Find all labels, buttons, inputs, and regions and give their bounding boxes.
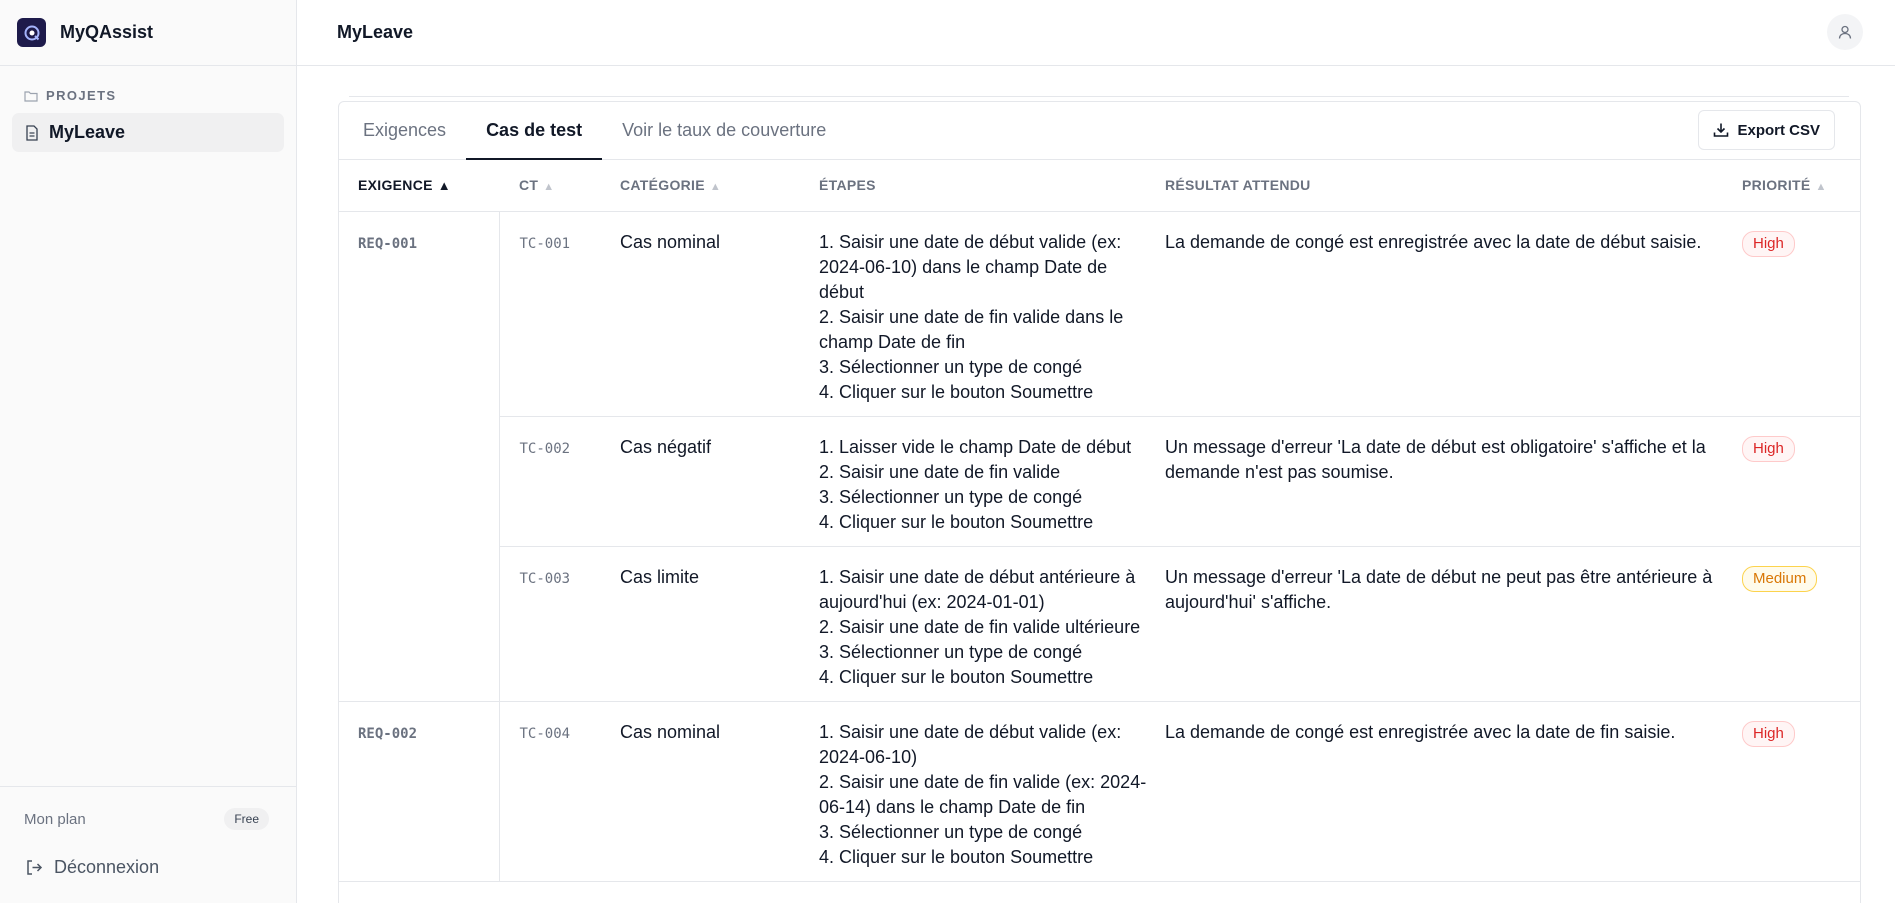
column-label: EXIGENCE bbox=[358, 177, 433, 194]
category-cell: Cas négatif bbox=[620, 416, 819, 547]
test-cases-card: Exigences Cas de test Voir le taux de co… bbox=[338, 101, 1861, 903]
expected-result-cell: La demande de congé est enregistrée avec… bbox=[1165, 701, 1742, 882]
step-line: 2. Saisir une date de fin valide ultérie… bbox=[819, 616, 1141, 637]
step-line: 2. Saisir une date de fin valide dans le… bbox=[819, 306, 1124, 352]
sort-arrow-icon: ▲ bbox=[437, 178, 451, 194]
test-cases-table: EXIGENCE ▲ CT ▲ CATÉGORIE ▲ ÉTAPES RÉSULTAT… bbox=[339, 160, 1860, 882]
export-csv-label: Export CSV bbox=[1737, 121, 1820, 139]
table-row[interactable]: TC-002 Cas négatif 1. Laisser vide le ch… bbox=[339, 416, 1860, 547]
sort-arrow-icon: ▲ bbox=[543, 181, 555, 194]
step-line: 1. Laisser vide le champ Date de début bbox=[819, 436, 1132, 457]
app-logo-icon bbox=[17, 18, 46, 47]
sort-arrow-icon: ▲ bbox=[1815, 181, 1827, 194]
column-label: PRIORITÉ bbox=[1742, 177, 1811, 194]
tab-exigences[interactable]: Exigences bbox=[363, 102, 446, 159]
table-row[interactable]: REQ-002 TC-004 Cas nominal 1. Saisir une… bbox=[339, 701, 1860, 882]
app-name: MyQAssist bbox=[60, 22, 154, 42]
projects-section-label: PROJETS bbox=[24, 88, 296, 103]
column-label: CATÉGORIE bbox=[620, 177, 705, 194]
step-line: 3. Sélectionner un type de congé bbox=[819, 641, 1083, 662]
projects-label-text: PROJETS bbox=[46, 88, 117, 103]
page-title: MyLeave bbox=[337, 22, 414, 42]
brand[interactable]: MyQAssist bbox=[0, 0, 296, 66]
category-cell: Cas nominal bbox=[620, 211, 819, 417]
priority-cell: Medium bbox=[1742, 546, 1860, 702]
export-csv-button[interactable]: Export CSV bbox=[1698, 110, 1835, 150]
priority-badge: High bbox=[1742, 230, 1795, 257]
step-line: 3. Sélectionner un type de congé bbox=[819, 356, 1083, 377]
column-header-resultat-attendu: RÉSULTAT ATTENDU bbox=[1165, 160, 1742, 212]
download-icon bbox=[1714, 123, 1729, 137]
step-line: 1. Saisir une date de début valide (ex: … bbox=[819, 721, 1122, 767]
steps-cell: 1. Laisser vide le champ Date de début 2… bbox=[819, 416, 1165, 547]
tab-taux-couverture[interactable]: Voir le taux de couverture bbox=[622, 102, 826, 159]
plan-badge: Free bbox=[224, 808, 269, 830]
content-divider bbox=[349, 96, 1849, 97]
priority-cell: High bbox=[1742, 701, 1860, 882]
logout-icon bbox=[27, 860, 43, 875]
plan-row[interactable]: Mon plan Free bbox=[0, 807, 296, 831]
step-line: 4. Cliquer sur le bouton Soumettre bbox=[819, 381, 1094, 402]
table-header-row: EXIGENCE ▲ CT ▲ CATÉGORIE ▲ ÉTAPES RÉSULTAT… bbox=[339, 160, 1860, 212]
steps-cell: 1. Saisir une date de début valide (ex: … bbox=[819, 701, 1165, 882]
requirement-id: REQ-002 bbox=[339, 701, 500, 882]
sidebar-footer: Mon plan Free Déconnexion bbox=[0, 786, 296, 903]
priority-cell: High bbox=[1742, 211, 1860, 417]
step-line: 4. Cliquer sur le bouton Soumettre bbox=[819, 846, 1094, 867]
category-cell: Cas nominal bbox=[620, 701, 819, 882]
column-header-exigence[interactable]: EXIGENCE ▲ bbox=[339, 160, 499, 212]
column-label: RÉSULTAT ATTENDU bbox=[1165, 177, 1311, 194]
priority-badge: Medium bbox=[1742, 565, 1818, 592]
priority-badge: High bbox=[1742, 720, 1795, 747]
priority-cell: High bbox=[1742, 416, 1860, 547]
steps-cell: 1. Saisir une date de début antérieure à… bbox=[819, 546, 1165, 702]
expected-result-cell: La demande de congé est enregistrée avec… bbox=[1165, 211, 1742, 417]
document-icon bbox=[26, 124, 38, 141]
steps-cell: 1. Saisir une date de début valide (ex: … bbox=[819, 211, 1165, 417]
table-row[interactable]: TC-003 Cas limite 1. Saisir une date de … bbox=[339, 546, 1860, 702]
requirement-id: REQ-001 bbox=[339, 211, 500, 702]
sidebar-item-myleave[interactable]: MyLeave bbox=[12, 113, 284, 152]
column-header-priorite[interactable]: PRIORITÉ ▲ bbox=[1742, 160, 1860, 212]
sidebar: MyQAssist PROJETS MyLeave Mon plan Free … bbox=[0, 0, 297, 903]
column-header-ct[interactable]: CT ▲ bbox=[499, 160, 620, 212]
column-header-categorie[interactable]: CATÉGORIE ▲ bbox=[620, 160, 819, 212]
tab-cas-de-test[interactable]: Cas de test bbox=[466, 102, 603, 160]
logout-button[interactable]: Déconnexion bbox=[0, 857, 296, 878]
step-line: 3. Sélectionner un type de congé bbox=[819, 486, 1083, 507]
step-line: 3. Sélectionner un type de congé bbox=[819, 821, 1083, 842]
step-line: 1. Saisir une date de début antérieure à… bbox=[819, 566, 1136, 612]
category-cell: Cas limite bbox=[620, 546, 819, 702]
test-case-id: TC-001 bbox=[499, 211, 620, 417]
step-line: 2. Saisir une date de fin valide bbox=[819, 461, 1061, 482]
step-line: 1. Saisir une date de début valide (ex: … bbox=[819, 231, 1122, 302]
priority-badge: High bbox=[1742, 435, 1795, 462]
user-icon bbox=[1838, 25, 1852, 39]
step-line: 2. Saisir une date de fin valide (ex: 20… bbox=[819, 771, 1147, 817]
user-avatar[interactable] bbox=[1827, 14, 1863, 50]
table-row[interactable]: REQ-001 TC-001 Cas nominal 1. Saisir une… bbox=[339, 211, 1860, 702]
sidebar-item-label: MyLeave bbox=[49, 122, 126, 142]
test-case-id: TC-002 bbox=[499, 416, 620, 547]
folder-icon bbox=[24, 90, 38, 102]
top-bar: MyLeave bbox=[297, 0, 1895, 66]
column-label: ÉTAPES bbox=[819, 177, 876, 194]
tab-bar: Exigences Cas de test Voir le taux de co… bbox=[339, 102, 1860, 160]
column-header-etapes: ÉTAPES bbox=[819, 160, 1165, 212]
plan-label: Mon plan bbox=[24, 810, 86, 828]
step-line: 4. Cliquer sur le bouton Soumettre bbox=[819, 666, 1094, 687]
sort-arrow-icon: ▲ bbox=[709, 181, 722, 194]
column-label: CT bbox=[519, 177, 539, 194]
step-line: 4. Cliquer sur le bouton Soumettre bbox=[819, 511, 1094, 532]
test-case-id: TC-003 bbox=[499, 546, 620, 702]
expected-result-cell: Un message d'erreur 'La date de début es… bbox=[1165, 416, 1742, 547]
test-case-id: TC-004 bbox=[499, 701, 620, 882]
expected-result-cell: Un message d'erreur 'La date de début ne… bbox=[1165, 546, 1742, 702]
logout-label: Déconnexion bbox=[54, 857, 160, 877]
